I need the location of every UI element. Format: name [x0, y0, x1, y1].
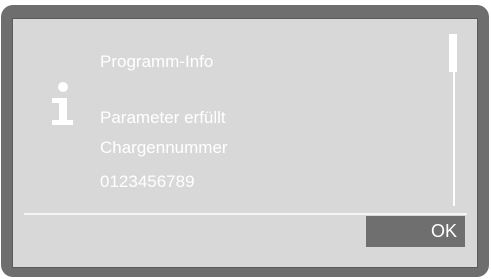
batch-number: 0123456789 — [100, 172, 195, 191]
scrollbar-thumb[interactable] — [449, 34, 457, 72]
batch-label: Chargennummer — [100, 138, 228, 157]
dialog-title: Programm-Info — [100, 52, 214, 71]
ok-button[interactable]: OK — [366, 216, 465, 247]
device-display: Programm-Info Parameter erfüllt Chargenn… — [0, 0, 491, 279]
status-text: Parameter erfüllt — [100, 108, 226, 127]
info-icon — [52, 82, 73, 125]
divider — [24, 213, 467, 215]
